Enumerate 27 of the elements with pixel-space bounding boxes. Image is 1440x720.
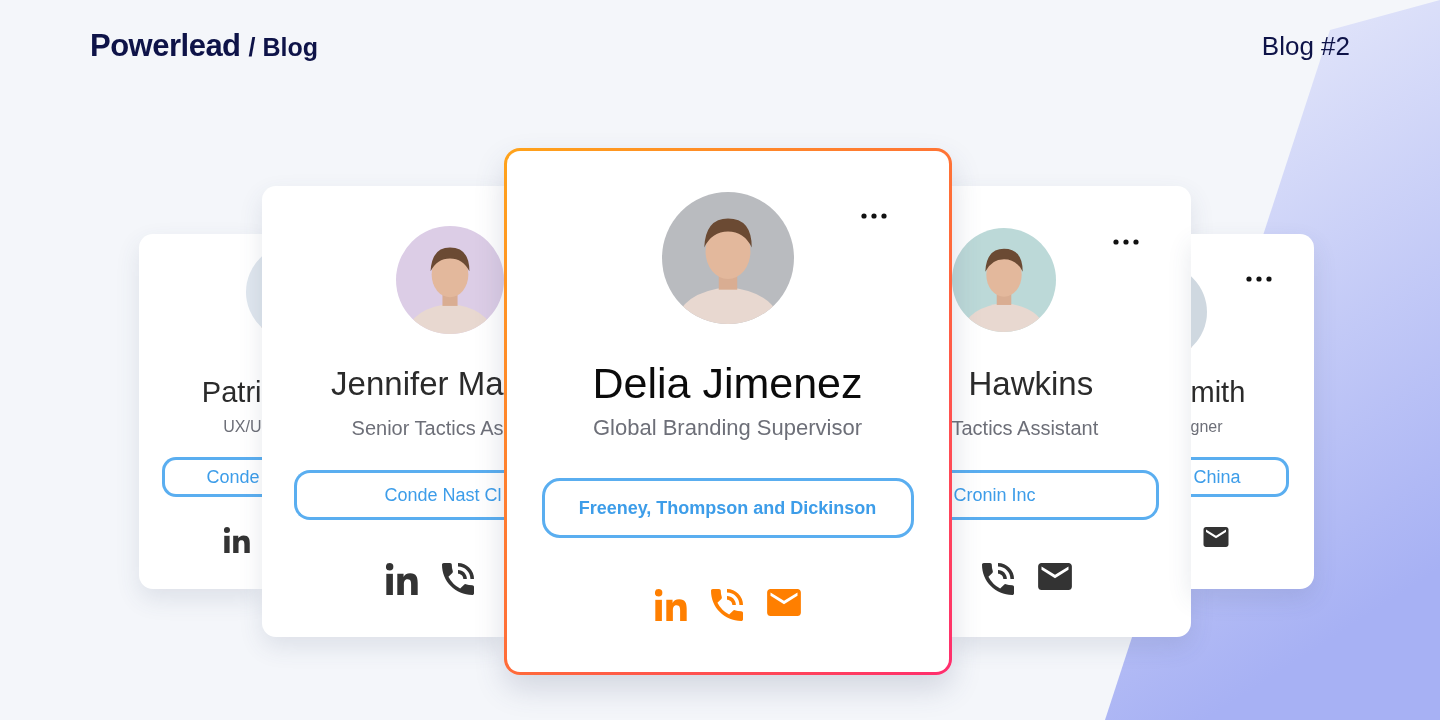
person-name: Delia Jimenez — [592, 358, 863, 409]
company-button[interactable]: Conde Nast Cl — [293, 470, 504, 520]
mail-icon[interactable] — [1037, 563, 1072, 590]
more-icon[interactable] — [860, 213, 887, 219]
company-button[interactable]: China — [1190, 457, 1289, 497]
company-button[interactable]: Freeney, Thompson and Dickinson — [541, 478, 914, 538]
linkedin-icon[interactable] — [385, 563, 418, 595]
blog-label: Blog #2 — [1261, 30, 1350, 62]
more-icon[interactable] — [1245, 276, 1272, 282]
job-title: Senior Tactics As — [351, 416, 504, 441]
person-name: Jennifer Ma — [331, 364, 504, 404]
phone-icon[interactable] — [981, 563, 1014, 595]
person-name: mith — [1190, 375, 1246, 410]
section-title: / Blog — [248, 33, 318, 62]
mail-icon[interactable] — [1202, 527, 1229, 547]
job-title: Tactics Assistant — [951, 416, 1099, 441]
person-name: Patri — [201, 375, 262, 410]
company-button[interactable]: Conde — [161, 457, 262, 497]
more-icon[interactable] — [1112, 239, 1139, 245]
phone-icon[interactable] — [441, 563, 474, 595]
job-title: gner — [1190, 417, 1223, 437]
linkedin-icon[interactable] — [223, 527, 250, 553]
person-name: Hawkins — [968, 364, 1094, 404]
brand-logo[interactable]: Powerlead — [90, 28, 241, 64]
job-title: UX/U — [223, 417, 262, 437]
company-button[interactable]: Cronin Inc — [951, 470, 1159, 520]
job-title: Global Branding Supervisor — [592, 414, 862, 442]
